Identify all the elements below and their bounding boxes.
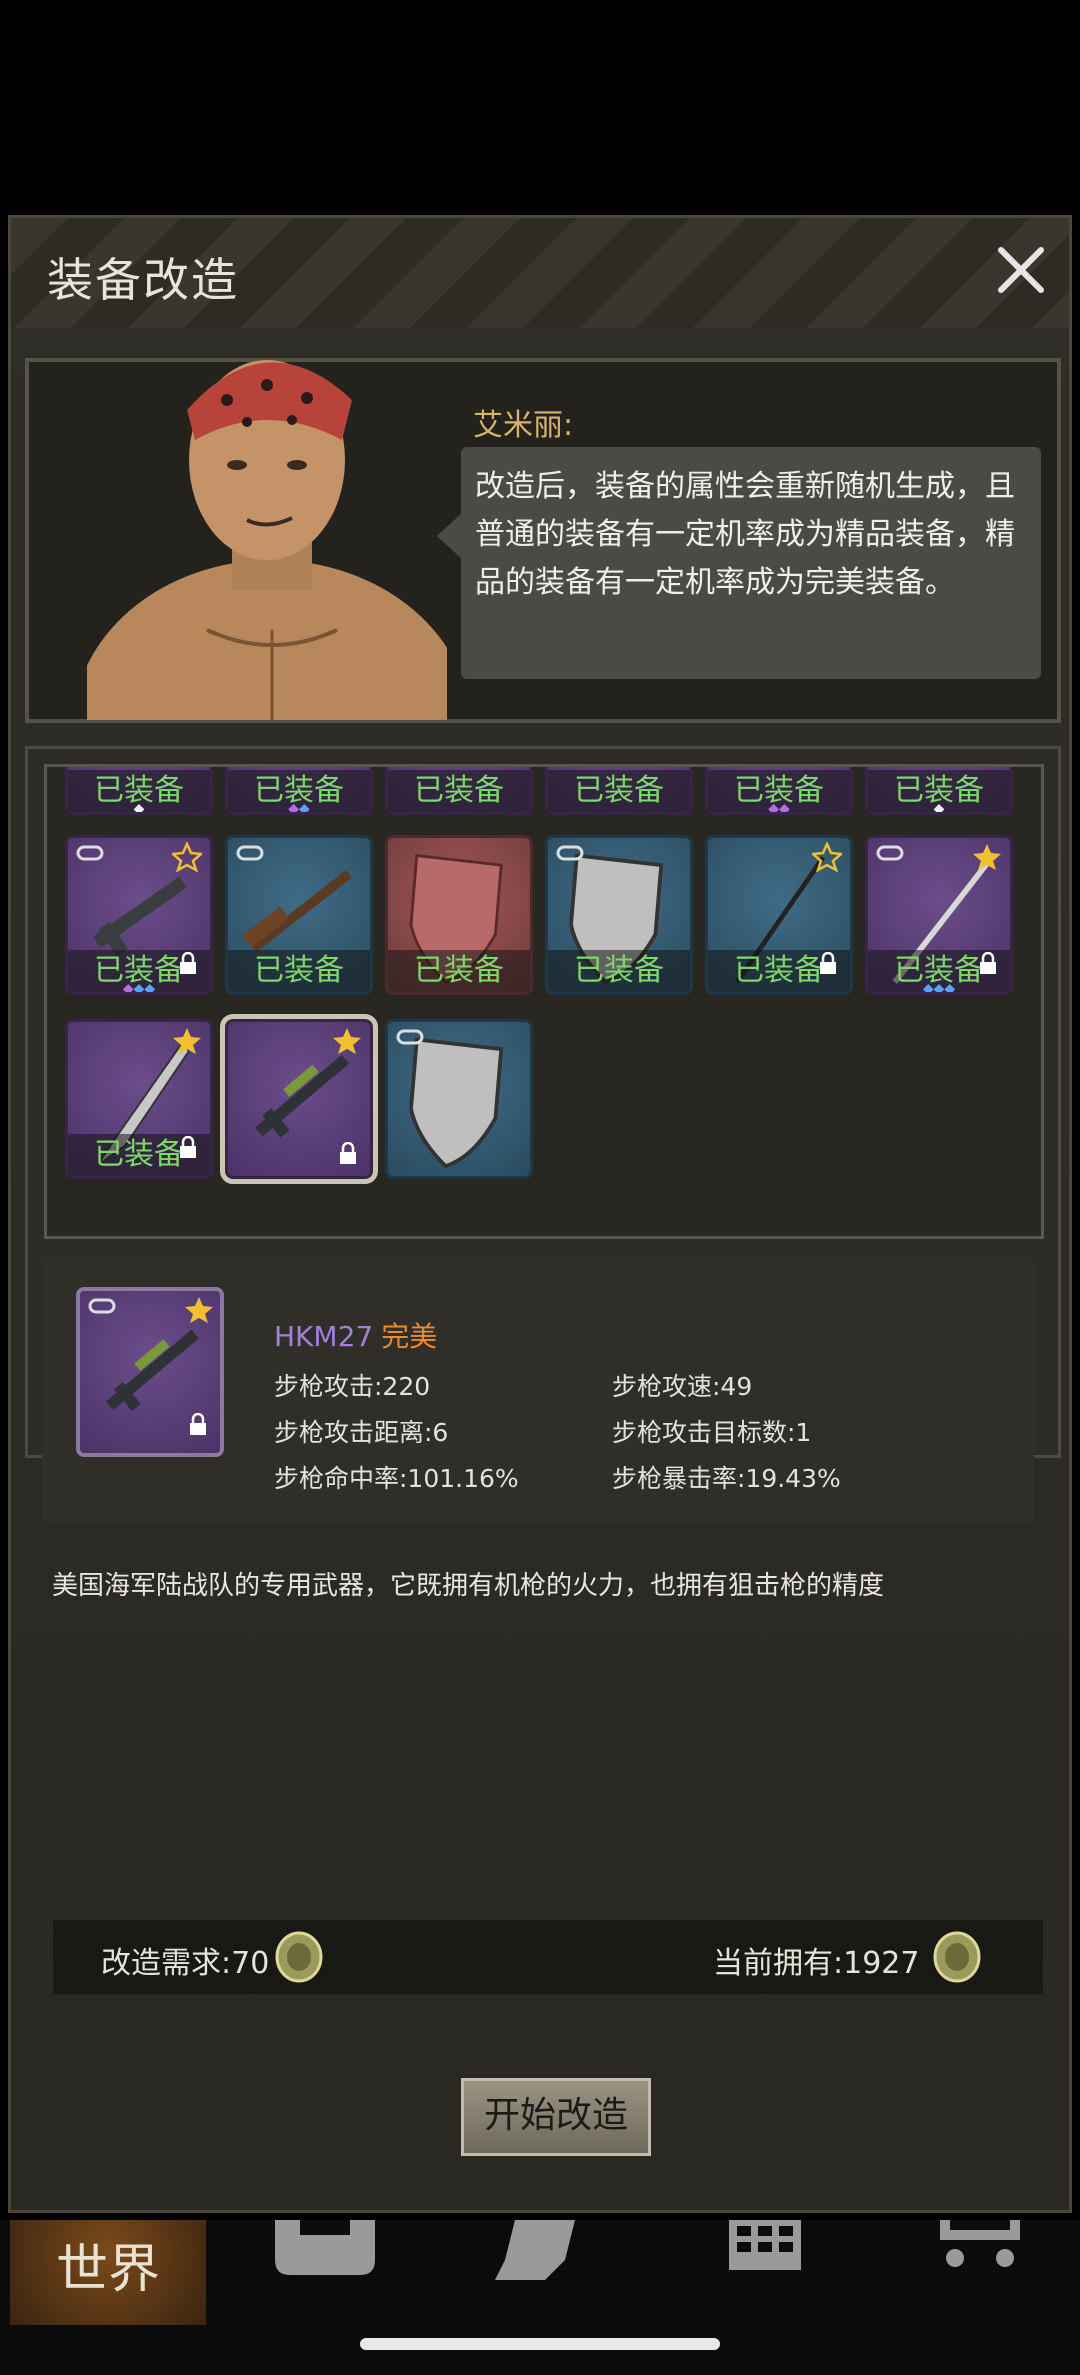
link-icon: [76, 845, 104, 861]
gem-icon: ◆: [933, 801, 945, 815]
coin-icon: [933, 1931, 981, 1983]
stat-crit: 步枪暴击率:19.43%: [612, 1464, 841, 1493]
gem-icon: ◆◆◆: [122, 981, 156, 995]
dialog-title: 装备改造: [47, 253, 239, 307]
gem-icon: ◆◆: [768, 801, 790, 815]
inventory-slot[interactable]: 已装备 ◆: [65, 767, 213, 815]
lock-icon: [180, 952, 196, 974]
lock-icon: [820, 952, 836, 974]
stat-attack: 步枪攻击:220: [274, 1372, 431, 1401]
inventory-slot[interactable]: 已装备 ◆◆◆: [65, 835, 213, 995]
link-icon: [88, 1298, 116, 1314]
npc-name: 艾米丽:: [473, 408, 574, 443]
equipped-label: 已装备: [388, 950, 530, 992]
inventory-grid[interactable]: 已装备 ◆ 已装备 ◆◆ 已装备 已装备 已装备 ◆◆ 已装备 ◆ 已装备 ◆◆…: [44, 764, 1044, 1239]
star-icon: [185, 1297, 213, 1323]
inventory-slot[interactable]: 已装备: [545, 767, 693, 815]
shop-icon[interactable]: [725, 2220, 805, 2280]
item-quality: 完美: [381, 1320, 438, 1353]
item-description: 美国海军陆战队的专用武器，它既拥有机枪的火力，也拥有狙击枪的精度: [52, 1571, 885, 1601]
cost-required-text: 改造需求:70: [101, 1946, 270, 1981]
inventory-slot-selected[interactable]: [220, 1014, 378, 1184]
item-detail: HKM27 完美 步枪攻击:220 步枪攻速:49 步枪攻击距离:6 步枪攻击目标…: [42, 1257, 1034, 1522]
speech-line: 普通的装备有一定机率成为精品装备，精: [475, 517, 1015, 552]
speech-tail: [437, 512, 463, 560]
stat-speed: 步枪攻速:49: [612, 1372, 753, 1401]
item-name-text: HKM27: [274, 1320, 374, 1353]
star-outline-icon: [812, 842, 842, 872]
character-icon[interactable]: [495, 2220, 585, 2280]
inventory-slot[interactable]: 已装备: [385, 767, 533, 815]
npc-speech: 改造后，装备的属性会重新随机生成，且 普通的装备有一定机率成为精品装备，精 品的…: [461, 447, 1041, 679]
star-icon: [173, 1028, 201, 1054]
inventory-slot[interactable]: [385, 1019, 533, 1179]
item-name: HKM27 完美: [274, 1315, 437, 1355]
home-indicator[interactable]: [360, 2338, 720, 2350]
upgrade-dialog: 装备改造 艾米丽: 改造后，装备的属性会重新随机生成，且 普通的装备有一定机率成…: [8, 215, 1072, 2213]
inventory-slot[interactable]: 已装备: [65, 1019, 213, 1179]
inventory-slot[interactable]: 已装备 ◆◆◆: [865, 835, 1013, 995]
inventory-slot[interactable]: 已装备: [705, 835, 853, 995]
equipped-label: 已装备: [228, 950, 370, 992]
equipped-label: 已装备: [548, 950, 690, 992]
cost-owned-text: 当前拥有:1927: [713, 1946, 920, 1981]
bottom-nav: 世界: [0, 2220, 1080, 2375]
inventory-slot[interactable]: 已装备: [545, 835, 693, 995]
cost-bar: 改造需求:70 当前拥有:1927: [53, 1920, 1043, 1994]
dialog-header: 装备改造: [11, 218, 1069, 328]
nav-world-tab[interactable]: 世界: [10, 2220, 206, 2325]
speech-line: 品的装备有一定机率成为完美装备。: [475, 565, 955, 600]
start-upgrade-button[interactable]: 开始改造: [461, 2078, 651, 2156]
link-icon: [236, 845, 264, 861]
lock-icon: [340, 1142, 356, 1164]
inventory-slot[interactable]: 已装备: [225, 835, 373, 995]
inventory-slot[interactable]: 已装备 ◆◆: [705, 767, 853, 815]
lock-icon: [190, 1413, 206, 1435]
inventory-slot[interactable]: 已装备 ◆◆: [225, 767, 373, 815]
inventory-panel: 已装备 ◆ 已装备 ◆◆ 已装备 已装备 已装备 ◆◆ 已装备 ◆ 已装备 ◆◆…: [25, 746, 1061, 1522]
cost-required: 改造需求:70: [101, 1938, 269, 1982]
gem-icon: ◆: [133, 801, 145, 815]
lock-icon: [980, 952, 996, 974]
inventory-slot[interactable]: 已装备 ◆: [865, 767, 1013, 815]
equipped-label: 已装备: [388, 770, 530, 812]
cost-owned: 当前拥有:1927: [713, 1938, 919, 1982]
link-icon: [396, 1029, 424, 1045]
link-icon: [876, 845, 904, 861]
npc-portrait: [87, 360, 447, 720]
equipped-label: 已装备: [548, 770, 690, 812]
gem-icon: ◆◆: [288, 801, 310, 815]
gem-icon: ◆◆◆: [922, 981, 956, 995]
speech-line: 改造后，装备的属性会重新随机生成，且: [475, 469, 1015, 504]
backpack-icon[interactable]: [270, 2220, 380, 2280]
stat-targets: 步枪攻击目标数:1: [612, 1418, 812, 1447]
stat-accuracy: 步枪命中率:101.16%: [274, 1464, 519, 1493]
star-icon: [973, 844, 1001, 870]
item-detail-icon: [76, 1287, 224, 1457]
npc-dialog-box: 艾米丽: 改造后，装备的属性会重新随机生成，且 普通的装备有一定机率成为精品装备…: [25, 358, 1061, 723]
status-bar-area: [0, 0, 1080, 215]
close-icon[interactable]: [991, 240, 1051, 300]
inventory-slot[interactable]: 已装备: [385, 835, 533, 995]
star-outline-icon: [172, 842, 202, 872]
star-icon: [333, 1028, 361, 1054]
stat-range: 步枪攻击距离:6: [274, 1418, 449, 1447]
cart-icon[interactable]: [935, 2220, 1025, 2280]
coin-icon: [275, 1931, 323, 1983]
lock-icon: [180, 1136, 196, 1158]
link-icon: [556, 845, 584, 861]
